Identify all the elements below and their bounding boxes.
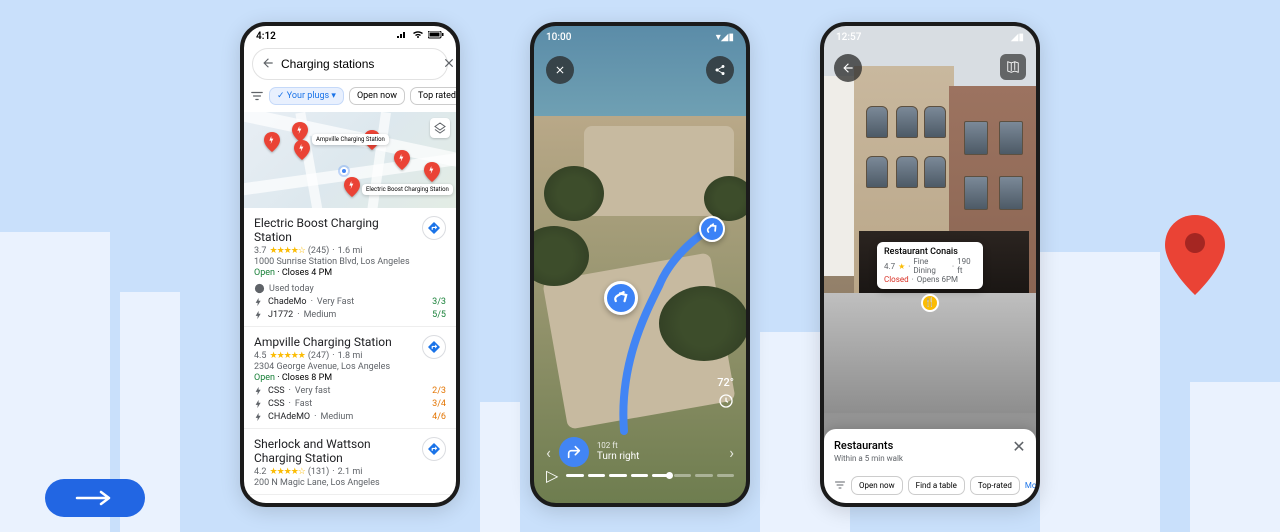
route-turn-marker xyxy=(699,216,725,242)
phone-immersive-nav: 10:00 ▾◢▮ 72° ‹ 102 ft Turn right › ▷ xyxy=(530,22,750,507)
station-name: Sherlock and Wattson Charging Station xyxy=(254,437,446,465)
bolt-icon xyxy=(254,412,264,422)
poi-marker-icon[interactable]: 🍴 xyxy=(921,294,939,312)
directions-button[interactable] xyxy=(422,216,446,240)
star-icon: ★ xyxy=(898,262,905,271)
status-bar: 10:00 ▾◢▮ xyxy=(534,26,746,49)
chevron-left-icon[interactable]: ‹ xyxy=(546,443,551,462)
chip-top-rated[interactable]: Top-rated xyxy=(970,476,1020,495)
sheet-title: Restaurants xyxy=(834,439,1026,452)
wifi-icon xyxy=(412,31,424,39)
play-icon[interactable]: ▷ xyxy=(546,466,558,485)
star-rating-icon: ★★★★☆ xyxy=(270,246,305,256)
bolt-icon xyxy=(254,297,264,307)
status-icons xyxy=(395,31,444,42)
close-button[interactable] xyxy=(546,56,574,84)
filter-icon[interactable] xyxy=(834,475,846,495)
signal-icon xyxy=(397,31,407,39)
time-slider-icon[interactable] xyxy=(718,393,734,409)
share-button[interactable] xyxy=(706,56,734,84)
bottom-sheet[interactable]: ✕ Restaurants Within a 5 min walk Open n… xyxy=(824,429,1036,503)
clear-icon[interactable] xyxy=(442,55,456,74)
map-callout-ampville[interactable]: Ampville Charging Station xyxy=(312,134,389,145)
route-turn-marker xyxy=(604,281,638,315)
directions-button[interactable] xyxy=(422,335,446,359)
star-rating-icon: ★★★★☆ xyxy=(270,467,305,477)
chip-open-now[interactable]: Open now xyxy=(349,87,405,105)
chip-your-plugs[interactable]: Your plugs ▾ xyxy=(269,87,344,105)
direction-bar: ‹ 102 ft Turn right › xyxy=(546,437,734,467)
filter-row: Your plugs ▾ Open now Top rated xyxy=(244,86,456,112)
map-layers-button[interactable] xyxy=(430,118,450,138)
status-time: 12:57 xyxy=(836,32,861,43)
directions-button[interactable] xyxy=(422,437,446,461)
chevron-right-icon[interactable]: › xyxy=(729,443,734,462)
chip-open-now[interactable]: Open now xyxy=(851,476,903,495)
status-icons: ◢▮ xyxy=(1011,32,1024,43)
poi-info-card[interactable]: Restaurant Conais 4.7★ · Fine Dining · 1… xyxy=(877,242,983,289)
weather-widget[interactable]: 72° xyxy=(717,376,734,412)
search-bar[interactable] xyxy=(252,48,448,80)
progress-bar[interactable]: ▷ xyxy=(546,466,734,485)
back-arrow-icon[interactable] xyxy=(261,55,275,74)
status-time: 4:12 xyxy=(256,31,276,42)
chip-find-table[interactable]: Find a table xyxy=(908,476,965,495)
battery-icon xyxy=(428,31,444,39)
search-input[interactable] xyxy=(281,57,436,71)
phone-charging-stations: 4:12 Your plugs ▾ Open now Top rated Amp… xyxy=(240,22,460,507)
sheet-subtitle: Within a 5 min walk xyxy=(834,454,1026,463)
map-toggle-button[interactable] xyxy=(1000,54,1026,80)
history-icon xyxy=(254,283,265,294)
back-button[interactable] xyxy=(834,54,862,82)
status-time: 10:00 xyxy=(546,32,571,43)
station-name: Ampville Charging Station xyxy=(254,335,446,349)
list-item[interactable]: Sherlock and Wattson Charging Station 4.… xyxy=(244,429,456,495)
status-bar: 12:57 ◢▮ xyxy=(824,26,1036,49)
status-bar: 4:12 xyxy=(244,26,456,44)
bolt-icon xyxy=(254,386,264,396)
close-icon[interactable]: ✕ xyxy=(1010,437,1028,455)
more-link[interactable]: More xyxy=(1025,481,1040,490)
turn-right-icon xyxy=(559,437,589,467)
bolt-icon xyxy=(254,310,264,320)
current-location-dot xyxy=(340,167,348,175)
station-name: Electric Boost Charging Station xyxy=(254,216,446,244)
list-item[interactable]: Electric Boost Charging Station 3.7 ★★★★… xyxy=(244,208,456,327)
chip-top-rated[interactable]: Top rated xyxy=(410,87,460,105)
bolt-icon xyxy=(254,399,264,409)
results-list[interactable]: Electric Boost Charging Station 3.7 ★★★★… xyxy=(244,208,456,507)
immersive-3d-view[interactable] xyxy=(534,26,746,503)
map-callout-electric[interactable]: Electric Boost Charging Station xyxy=(362,184,453,195)
list-item[interactable]: Ampville Charging Station 4.5 ★★★★★ (247… xyxy=(244,327,456,429)
filter-icon[interactable] xyxy=(250,86,264,106)
status-icons: ▾◢▮ xyxy=(716,32,734,43)
map-view[interactable]: Ampville Charging Station Electric Boost… xyxy=(244,112,456,208)
star-rating-icon: ★★★★★ xyxy=(270,351,305,361)
phone-lens-search: 12:57 ◢▮ Restaurant Conais 4.7★ · Fine D… xyxy=(820,22,1040,507)
